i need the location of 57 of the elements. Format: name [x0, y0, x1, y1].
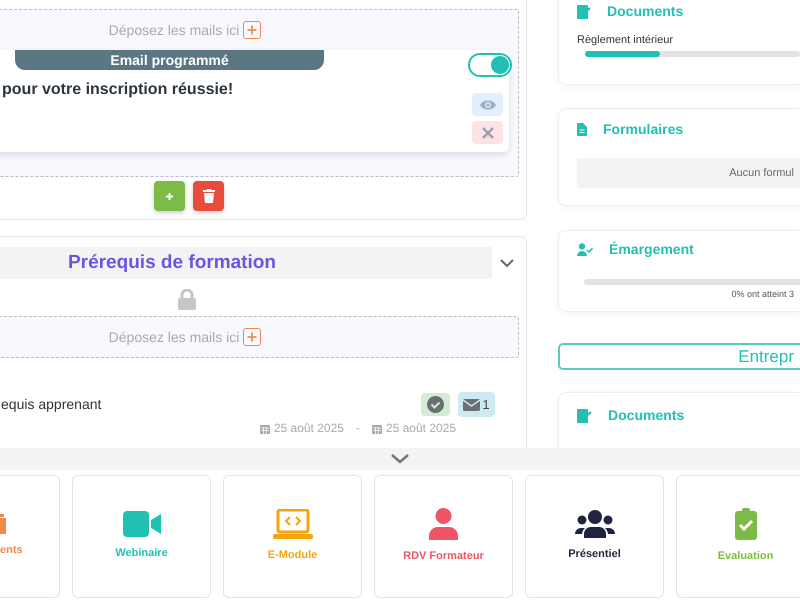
card-title: Documents [608, 406, 684, 425]
chevron-down-icon[interactable] [391, 454, 409, 464]
chevron-down-icon[interactable] [500, 258, 514, 268]
user-check-icon [577, 243, 593, 256]
module-tile[interactable]: E-Module [223, 475, 362, 598]
tile-label: Présentiel [568, 547, 621, 562]
tile-label: E-Module [268, 548, 318, 564]
tile-icon [0, 514, 6, 534]
validated-badge [421, 393, 450, 416]
file-icon [577, 123, 587, 136]
item-title: equis apprenant [1, 395, 102, 414]
module-tile[interactable]: Présentiel [525, 475, 664, 598]
toggle-switch[interactable] [468, 53, 512, 77]
tile-label: RDV Formateur [403, 549, 484, 564]
date-separator: - [356, 420, 360, 437]
module-tile[interactable]: Evaluation [676, 475, 800, 598]
document-edit-icon [577, 4, 591, 18]
drop-zone-label: Déposez les mails ici [108, 20, 240, 40]
end-date: 25 août 2025 [386, 420, 456, 437]
card-title: Émargement [609, 240, 694, 259]
add-icon[interactable] [243, 328, 262, 346]
preview-button[interactable] [472, 93, 503, 116]
document-label: Règlement intérieur [577, 33, 674, 48]
calendar-icon [260, 422, 270, 434]
lock-icon [178, 289, 196, 310]
start-date: 25 août 2025 [274, 420, 344, 437]
laptop-code-icon [272, 509, 312, 540]
video-camera-icon [122, 511, 160, 538]
delete-button[interactable] [193, 181, 224, 211]
person-icon [429, 508, 458, 540]
module-tile[interactable]: ents [0, 475, 60, 598]
module-tile[interactable]: Webinaire [72, 475, 211, 598]
empty-message: Aucun formul [577, 158, 800, 188]
document-edit-icon [577, 408, 592, 422]
drop-zone-label: Déposez les mails ici [108, 328, 240, 347]
calendar-icon [372, 422, 382, 434]
module-tile[interactable]: RDV Formateur [374, 475, 513, 598]
card-title: Formulaires [603, 120, 684, 139]
tile-label: ents [0, 543, 23, 558]
close-icon [482, 126, 494, 138]
group-icon [574, 510, 614, 538]
section-title: Prérequis de formation [0, 247, 492, 279]
clipboard-check-icon [734, 508, 756, 540]
add-icon[interactable] [243, 21, 262, 39]
tile-label: Evaluation [718, 549, 774, 564]
add-button[interactable] [154, 181, 185, 211]
mail-count-badge: 1 [458, 392, 495, 417]
tile-label: Webinaire [115, 546, 168, 562]
section-heading: Entrepr [558, 343, 800, 370]
eye-icon [478, 98, 496, 110]
card-title: Documents [607, 2, 684, 21]
progress-caption: 0% ont atteint 3 [730, 288, 795, 301]
close-button[interactable] [472, 121, 503, 144]
email-banner: Email programmé [15, 50, 324, 70]
plus-icon [165, 192, 174, 200]
trash-icon [202, 189, 214, 203]
email-title: pour votre inscription réussie! [2, 80, 234, 100]
